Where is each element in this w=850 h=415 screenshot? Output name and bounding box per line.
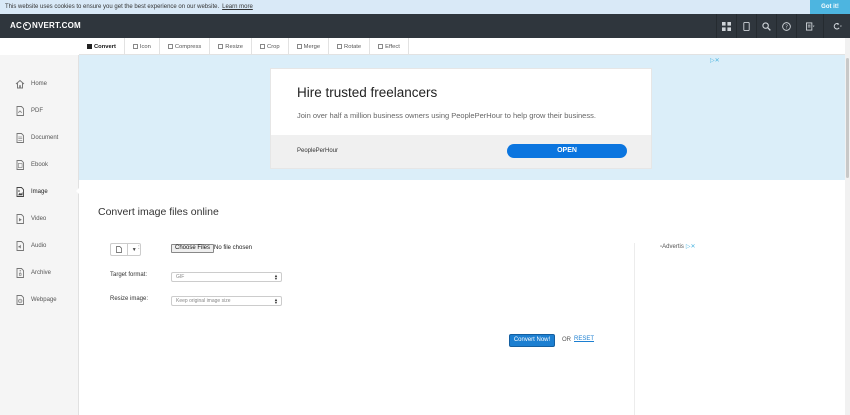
column-divider xyxy=(634,243,635,415)
sidebar-item-pdf[interactable]: PDF xyxy=(0,97,79,124)
ad-footer: PeoplePerHour OPEN xyxy=(271,135,651,168)
tab-checkbox-icon xyxy=(167,44,173,49)
sidebar-item-home[interactable]: Home xyxy=(0,70,79,97)
sidebar-item-webpage[interactable]: Webpage xyxy=(0,286,79,313)
ad-title: Hire trusted freelancers xyxy=(297,85,438,100)
ebook-icon xyxy=(16,159,24,170)
got-it-button[interactable]: Got it! xyxy=(810,0,850,14)
tab-checkbox-icon xyxy=(378,44,384,49)
webpage-icon xyxy=(16,294,24,305)
convert-now-button[interactable]: Convert Now! xyxy=(509,334,555,347)
top-navbar: AC NVERT.COM ? xyxy=(0,14,850,38)
resize-image-label: Resize image: xyxy=(110,296,149,302)
image-icon xyxy=(16,186,24,197)
side-ad-close-icon[interactable]: ▷✕ xyxy=(686,244,696,250)
page-title: Convert image files online xyxy=(98,206,219,218)
cookie-bar: This website uses cookies to ensure you … xyxy=(0,0,850,14)
tab-crop[interactable]: Crop xyxy=(252,38,289,55)
refresh-dropdown-icon[interactable] xyxy=(823,14,850,38)
tab-checkbox-icon xyxy=(296,44,302,49)
ad-subtitle: Join over half a million business owners… xyxy=(297,111,596,120)
sidebar-item-audio[interactable]: Audio xyxy=(0,232,79,259)
site-logo[interactable]: AC NVERT.COM xyxy=(10,21,81,30)
svg-text:?: ? xyxy=(785,24,788,30)
side-ad-placeholder[interactable]: ▫Advertis ▷✕ xyxy=(660,243,695,250)
sidebar: Home PDF Document Ebook Image Video Audi… xyxy=(0,55,80,415)
sidebar-item-ebook[interactable]: Ebook xyxy=(0,151,79,178)
choose-files-button[interactable]: Choose Files xyxy=(171,244,215,253)
or-text: OR xyxy=(562,337,571,343)
home-icon xyxy=(15,79,25,88)
tab-icon[interactable]: Icon xyxy=(125,38,160,55)
bookmark-dropdown-icon[interactable] xyxy=(796,14,823,38)
target-format-label: Target format: xyxy=(110,272,148,278)
tool-tabs: Convert Icon Compress Resize Crop Merge … xyxy=(79,38,850,55)
sidebar-item-document[interactable]: Document xyxy=(0,124,79,151)
sidebar-item-video[interactable]: Video xyxy=(0,205,79,232)
ad-box[interactable]: Hire trusted freelancers Join over half … xyxy=(270,68,652,169)
document-icon xyxy=(16,132,24,143)
tab-compress[interactable]: Compress xyxy=(160,38,211,55)
resize-image-select[interactable]: Keep original image size ▲ ▼ xyxy=(171,296,282,306)
learn-more-link[interactable]: Learn more xyxy=(222,4,253,10)
ad-close-icon[interactable]: ▷✕ xyxy=(710,57,720,64)
sidebar-item-image[interactable]: Image xyxy=(0,178,80,205)
scrollbar-thumb[interactable] xyxy=(846,58,849,178)
tab-resize[interactable]: Resize xyxy=(210,38,253,55)
cookie-message: This website uses cookies to ensure you … xyxy=(5,4,253,10)
reset-link[interactable]: RESET xyxy=(574,336,594,342)
grid-icon[interactable] xyxy=(716,14,736,38)
select-arrows-icon: ▲ ▼ xyxy=(274,273,278,281)
audio-icon xyxy=(16,240,24,251)
tab-merge[interactable]: Merge xyxy=(289,38,330,55)
source-select-button[interactable]: ▼ xyxy=(110,243,141,256)
ad-open-button[interactable]: OPEN xyxy=(507,144,627,158)
no-file-text: No file chosen xyxy=(214,245,253,251)
tab-checkbox-icon xyxy=(260,44,266,49)
tab-checkbox-icon xyxy=(218,44,224,49)
logo-o-icon xyxy=(22,21,31,30)
tab-rotate[interactable]: Rotate xyxy=(329,38,371,55)
archive-icon xyxy=(16,267,24,278)
select-arrows-icon: ▲ ▼ xyxy=(274,297,278,305)
target-format-select[interactable]: GIF ▲ ▼ xyxy=(171,272,282,282)
tab-checkbox-icon xyxy=(87,44,92,49)
tablet-icon[interactable] xyxy=(736,14,756,38)
search-icon[interactable] xyxy=(756,14,776,38)
file-icon xyxy=(111,244,129,255)
scrollbar[interactable] xyxy=(845,38,850,415)
pdf-file-icon xyxy=(16,105,24,116)
tab-effect[interactable]: Effect xyxy=(370,38,409,55)
tab-convert[interactable]: Convert xyxy=(79,38,125,55)
ad-brand: PeoplePerHour xyxy=(297,148,339,154)
tab-checkbox-icon xyxy=(132,44,138,49)
help-icon[interactable]: ? xyxy=(776,14,796,38)
video-icon xyxy=(16,213,24,224)
sidebar-item-archive[interactable]: Archive xyxy=(0,259,79,286)
tab-checkbox-icon xyxy=(337,44,343,49)
